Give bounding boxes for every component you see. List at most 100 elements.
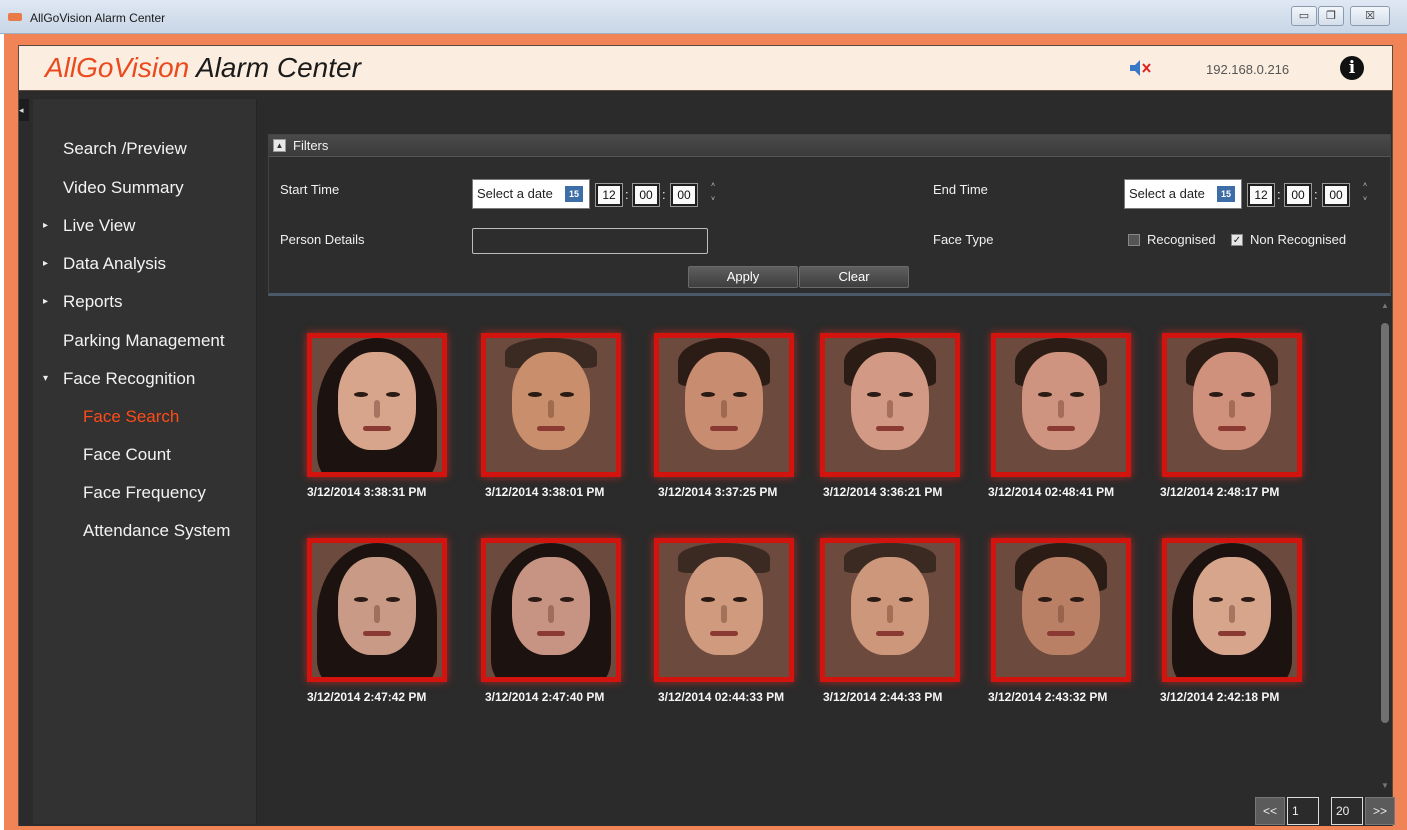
face-thumbnail[interactable] <box>820 538 960 682</box>
start-minute-field[interactable]: 00 <box>632 183 660 207</box>
close-button[interactable]: ☒ <box>1350 6 1390 26</box>
person-details-label: Person Details <box>280 232 365 247</box>
sidebar-item[interactable]: ▾ Face Recognition <box>33 365 257 395</box>
sidebar: Search /Preview Video Summary ▸ Live View ▸ D… <box>33 99 257 824</box>
current-page-field[interactable]: 1 <box>1287 797 1319 825</box>
person-details-input[interactable] <box>472 228 708 254</box>
face-timestamp: 3/12/2014 2:48:17 PM <box>1160 485 1280 499</box>
speaker-muted-icon[interactable] <box>1129 58 1151 78</box>
face-thumbnail[interactable] <box>654 333 794 477</box>
face-timestamp: 3/12/2014 2:42:18 PM <box>1160 690 1280 704</box>
expand-caret-icon: ▸ <box>43 220 49 231</box>
sidebar-item-label: Face Recognition <box>63 369 196 388</box>
sidebar-item[interactable]: Attendance System <box>33 517 257 547</box>
face-timestamp: 3/12/2014 2:47:40 PM <box>485 690 605 704</box>
sidebar-item-label: Reports <box>63 292 123 311</box>
end-date-picker[interactable]: Select a date 15 <box>1124 179 1242 209</box>
end-date-placeholder: Select a date <box>1129 186 1205 201</box>
face-image <box>851 352 929 450</box>
filters-header[interactable]: ▲ Filters <box>269 135 1390 157</box>
start-time-spinner[interactable]: ˄ ˅ <box>709 179 717 207</box>
results-scrollbar[interactable]: ▲ ▼ <box>1379 301 1391 793</box>
info-icon[interactable]: i <box>1340 56 1364 80</box>
minimize-button[interactable]: ▭ <box>1291 6 1317 26</box>
expand-caret-icon: ▸ <box>43 296 49 307</box>
scrollbar-thumb[interactable] <box>1381 323 1389 723</box>
scroll-up-icon[interactable]: ▲ <box>1379 301 1391 313</box>
face-image <box>1193 557 1271 655</box>
sidebar-item[interactable]: Face Frequency <box>33 479 257 509</box>
calendar-icon[interactable]: 15 <box>565 186 583 202</box>
sidebar-item[interactable]: Parking Management <box>33 327 257 357</box>
sidebar-item-label: Video Summary <box>63 178 184 197</box>
apply-button[interactable]: Apply <box>688 266 798 288</box>
prev-page-button[interactable]: << <box>1255 797 1285 825</box>
face-thumbnail[interactable] <box>481 538 621 682</box>
clear-button[interactable]: Clear <box>799 266 909 288</box>
end-minute-field[interactable]: 00 <box>1284 183 1312 207</box>
end-time-label: End Time <box>933 182 988 197</box>
face-timestamp: 3/12/2014 3:38:31 PM <box>307 485 427 499</box>
face-timestamp: 3/12/2014 3:37:25 PM <box>658 485 778 499</box>
face-image <box>1193 352 1271 450</box>
face-thumbnail[interactable] <box>820 333 960 477</box>
face-thumbnail[interactable] <box>1162 538 1302 682</box>
end-second-field[interactable]: 00 <box>1322 183 1350 207</box>
non-recognised-label: Non Recognised <box>1250 232 1347 247</box>
maximize-button[interactable]: ❐ <box>1318 6 1344 26</box>
scroll-down-icon[interactable]: ▼ <box>1379 781 1391 793</box>
face-image <box>512 557 590 655</box>
face-timestamp: 3/12/2014 2:44:33 PM <box>823 690 943 704</box>
sidebar-item[interactable]: Search /Preview <box>33 135 257 165</box>
non-recognised-checkbox[interactable]: ✓ <box>1231 234 1243 246</box>
face-timestamp: 3/12/2014 3:36:21 PM <box>823 485 943 499</box>
face-thumbnail[interactable] <box>991 333 1131 477</box>
brand-accent: AllGoVision <box>45 52 190 83</box>
sidebar-item[interactable]: ▸ Live View <box>33 212 257 242</box>
sidebar-item[interactable]: ▸ Data Analysis <box>33 250 257 280</box>
collapse-up-icon[interactable]: ▲ <box>273 139 286 152</box>
calendar-icon[interactable]: 15 <box>1217 186 1235 202</box>
start-second-field[interactable]: 00 <box>670 183 698 207</box>
end-time-spinner[interactable]: ˄ ˅ <box>1361 179 1369 207</box>
start-time-label: Start Time <box>280 182 340 197</box>
sidebar-item-label: Face Count <box>83 445 171 464</box>
sidebar-item[interactable]: ▸ Reports <box>33 288 257 318</box>
face-image <box>338 352 416 450</box>
sidebar-item-label: Search /Preview <box>63 139 187 158</box>
sidebar-item[interactable]: Face Search <box>33 403 257 433</box>
face-image <box>1022 557 1100 655</box>
app-frame: AllGoVision Alarm Center 192.168.0.216 i… <box>4 34 1407 830</box>
sidebar-item-label: Live View <box>63 216 136 235</box>
sidebar-item[interactable]: Face Count <box>33 441 257 471</box>
expand-caret-icon: ▸ <box>43 258 49 269</box>
window-titlebar: AllGoVision Alarm Center ▭ ❐ ☒ <box>0 0 1407 34</box>
end-hour-field[interactable]: 12 <box>1247 183 1275 207</box>
sidebar-item[interactable]: Video Summary <box>33 174 257 204</box>
face-thumbnail[interactable] <box>481 333 621 477</box>
sidebar-collapse-icon[interactable]: ◂ <box>19 99 29 121</box>
sidebar-item-label: Face Search <box>83 407 180 426</box>
app-icon <box>8 13 22 21</box>
start-hour-field[interactable]: 12 <box>595 183 623 207</box>
server-ip: 192.168.0.216 <box>1206 62 1290 77</box>
face-thumbnail[interactable] <box>1162 333 1302 477</box>
face-thumbnail[interactable] <box>654 538 794 682</box>
brand-title: AllGoVision Alarm Center <box>45 52 361 84</box>
face-thumbnail[interactable] <box>307 333 447 477</box>
expand-caret-icon: ▾ <box>43 373 49 384</box>
filters-title: Filters <box>293 138 329 153</box>
face-thumbnail[interactable] <box>307 538 447 682</box>
start-date-picker[interactable]: Select a date 15 <box>472 179 590 209</box>
recognised-label: Recognised <box>1147 232 1216 247</box>
recognised-checkbox[interactable] <box>1128 234 1140 246</box>
face-type-label: Face Type <box>933 232 994 247</box>
app-header: AllGoVision Alarm Center 192.168.0.216 i <box>18 45 1393 91</box>
face-timestamp: 3/12/2014 02:48:41 PM <box>988 485 1115 499</box>
filters-panel: ▲ Filters Start Time Select a date 15 12… <box>268 134 1391 296</box>
next-page-button[interactable]: >> <box>1365 797 1395 825</box>
face-image <box>685 557 763 655</box>
face-timestamp: 3/12/2014 02:44:33 PM <box>658 690 785 704</box>
face-thumbnail[interactable] <box>991 538 1131 682</box>
face-image <box>851 557 929 655</box>
